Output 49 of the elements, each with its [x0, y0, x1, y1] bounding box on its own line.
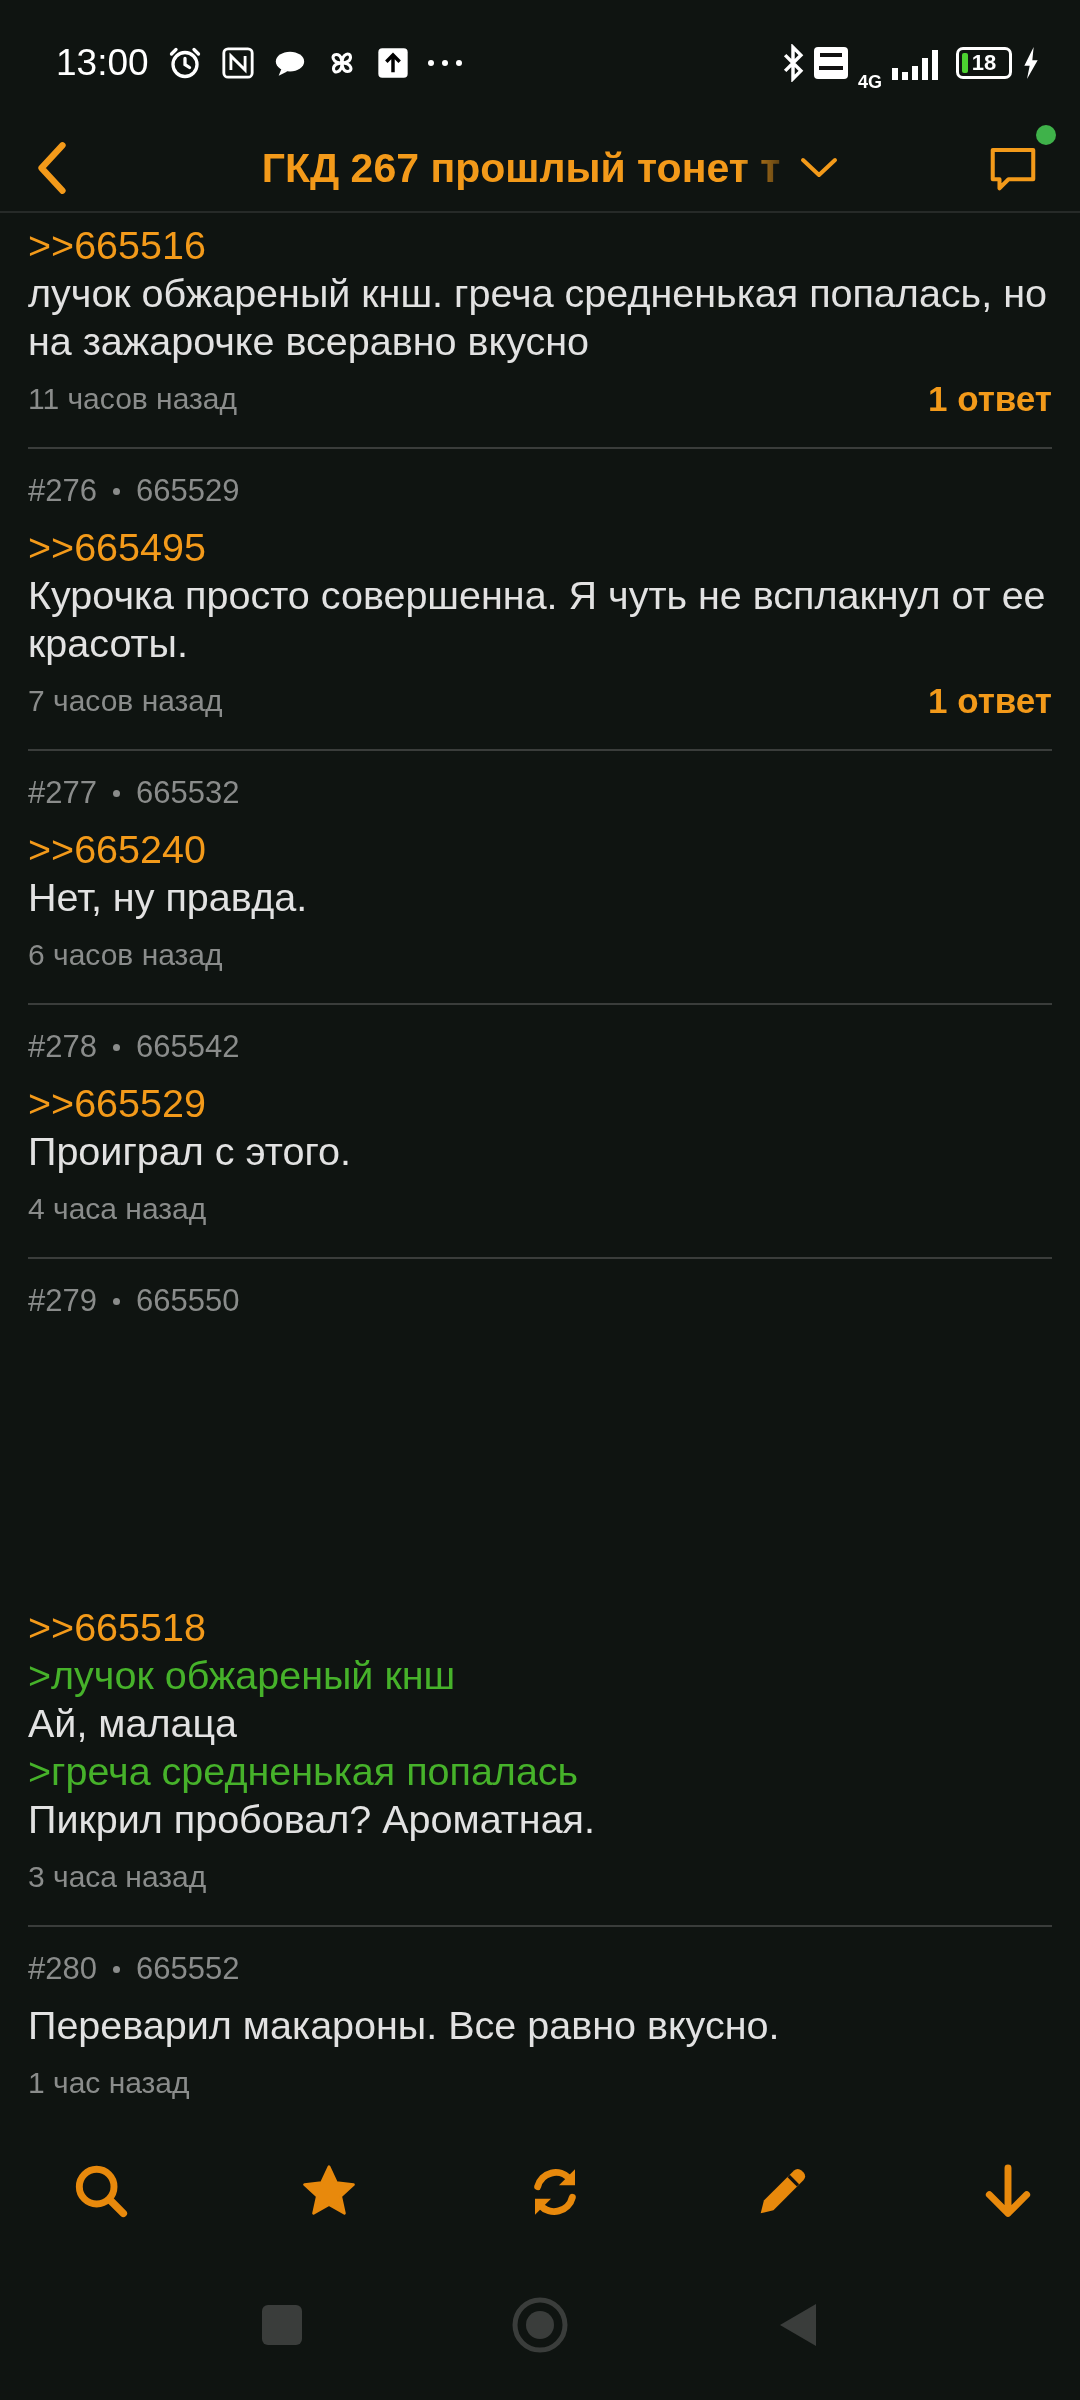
- post-id: 665532: [135, 774, 240, 812]
- separator-dot: [112, 487, 120, 495]
- post-time: 7 часов назад: [28, 684, 223, 718]
- post-text: Курочка просто совершенна. Я чуть не всплакнул от ее красоты.: [28, 572, 1047, 667]
- network-type: 4G: [858, 72, 882, 93]
- separator-dot: [112, 1297, 120, 1305]
- nfc-icon: [220, 45, 255, 80]
- post-time: 1 час назад: [28, 2066, 190, 2100]
- reply-link[interactable]: >>665516: [28, 221, 1052, 269]
- quote-text: >лучок обжареный кнш: [28, 1652, 457, 1699]
- more-icon: [426, 58, 463, 67]
- reply-link[interactable]: >>665240: [28, 825, 1052, 873]
- quote-text: >греча средненькая попалась: [28, 1748, 580, 1795]
- post-number: #277: [28, 774, 97, 812]
- battery-level-icon: [962, 52, 968, 73]
- post-id: 665552: [135, 1950, 240, 1988]
- charging-icon: [1022, 46, 1040, 79]
- thread-title[interactable]: ГКД 267 прошлый тонет т: [261, 144, 781, 192]
- reply-link[interactable]: >>665518: [28, 1603, 1052, 1651]
- post-number: #278: [28, 1028, 97, 1066]
- chevron-down-icon[interactable]: [800, 157, 839, 179]
- volte-icon: [814, 46, 848, 79]
- post-text: Проиграл с этого.: [28, 1128, 352, 1175]
- post-number: #279: [28, 1282, 97, 1320]
- separator-dot: [112, 789, 120, 797]
- post-time: 11 часов назад: [28, 382, 237, 416]
- replies-link[interactable]: 1 ответ: [927, 681, 1052, 721]
- status-time: 13:00: [56, 41, 149, 84]
- post-text: Пикрил пробовал? Ароматная.: [28, 1796, 596, 1843]
- post-number: #276: [28, 472, 97, 510]
- battery-percent: 18: [971, 49, 997, 76]
- bluetooth-icon: [782, 43, 804, 82]
- post-id: 665550: [135, 1282, 240, 1320]
- post-number: #280: [28, 1950, 97, 1988]
- post-text: Ай, малаца: [28, 1700, 239, 1747]
- post-text: лучок обжареный кнш. греча средненькая попалась, но на зажарочке всеравно вкусно: [28, 270, 1048, 365]
- post-text: Переварил макароны. Все равно вкусно.: [28, 2002, 781, 2049]
- separator-dot: [112, 1043, 120, 1051]
- post-id: 665542: [135, 1028, 240, 1066]
- reply-link[interactable]: >>665495: [28, 523, 1052, 571]
- post-time: 6 часов назад: [28, 938, 223, 972]
- post-time: 3 часа назад: [28, 1860, 207, 1894]
- post-id: 665529: [135, 472, 240, 510]
- post-text: Нет, ну правда.: [28, 874, 309, 921]
- replies-link[interactable]: 1 ответ: [927, 379, 1052, 419]
- post-time: 4 часа назад: [28, 1192, 207, 1226]
- separator-dot: [112, 1965, 120, 1973]
- reply-link[interactable]: >>665529: [28, 1079, 1052, 1127]
- upload-icon: [376, 46, 409, 79]
